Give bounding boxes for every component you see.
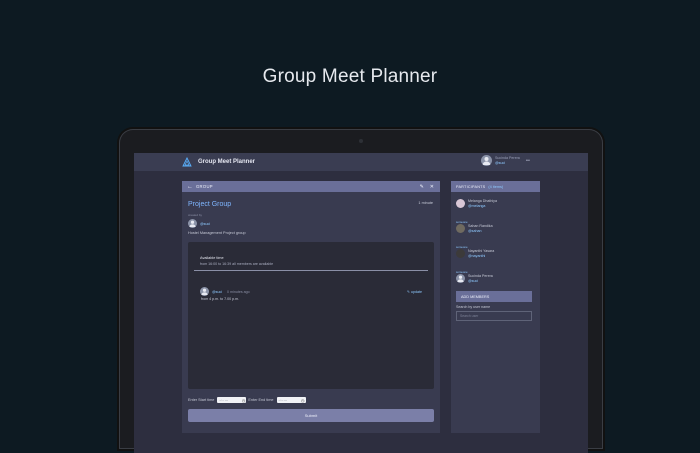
participant-name: Sahan Randika <box>468 224 493 228</box>
edit-icon[interactable]: ✎ <box>420 184 424 190</box>
availability-title: Available time <box>200 256 224 260</box>
availability-chat: Available time from 16:00 to 16:39 all m… <box>188 242 434 389</box>
participant-handle: @melanga <box>468 203 486 208</box>
list-item[interactable]: Melanga Dhathiya @melanga <box>456 195 536 220</box>
group-title: Project Group <box>188 201 232 208</box>
avatar <box>456 199 465 209</box>
participant-name: Nayanthi Yasara <box>468 249 495 253</box>
creator: @suci <box>188 219 210 228</box>
end-time-placeholder: --:-- --- <box>278 398 288 402</box>
participants-header: PARTICIPANTS (4 items) <box>451 181 540 192</box>
avatar <box>456 274 465 284</box>
submit-button[interactable]: Submit <box>188 409 434 422</box>
top-bar: Group Meet Planner Sucinda Perera @suci … <box>134 153 588 171</box>
hero-title: Group Meet Planner <box>262 66 438 87</box>
participants-panel: PARTICIPANTS (4 items) Melanga Dhathiya … <box>451 181 540 433</box>
message-handle: @suci <box>212 289 223 294</box>
avatar <box>481 155 492 166</box>
user-handle: @suci <box>495 160 506 165</box>
avatar <box>188 219 197 228</box>
update-link[interactable]: ✎ update <box>407 290 422 294</box>
group-description: Hostel Management Project group <box>188 231 246 235</box>
app-screen: Group Meet Planner Sucinda Perera @suci … <box>134 153 588 453</box>
time-entry-row: Enter Start time --:-- --- ◷ Enter End t… <box>188 397 306 403</box>
start-time-placeholder: --:-- --- <box>219 398 229 402</box>
message-time: 0 minutes ago <box>227 289 250 294</box>
list-item: @suci 0 minutes ago ✎ update from 4 p.m.… <box>200 287 422 301</box>
back-arrow-icon[interactable]: ← <box>187 184 193 190</box>
laptop-frame: Group Meet Planner Sucinda Perera @suci … <box>119 129 603 453</box>
search-input[interactable]: Search user <box>456 311 532 321</box>
participant-name: Sucinda Perera <box>468 274 493 278</box>
avatar <box>456 224 465 234</box>
clock-icon[interactable]: ◷ <box>242 398 246 403</box>
search-label: Search by user name <box>456 305 491 309</box>
participants-list: Melanga Dhathiya @melanga someone Sahan … <box>456 195 536 295</box>
logo-icon <box>182 157 192 167</box>
availability-card: Available time from 16:00 to 16:39 all m… <box>194 252 428 271</box>
avatar <box>200 287 209 296</box>
participants-count: (4 items) <box>488 184 504 189</box>
add-members-button[interactable]: ADD MEMBERS <box>456 291 532 302</box>
clock-icon[interactable]: ◷ <box>301 398 305 403</box>
group-header: ← GROUP ✎ ✕ <box>182 181 440 192</box>
participant-handle: @nayanthi <box>468 253 486 258</box>
close-icon[interactable]: ✕ <box>430 184 434 190</box>
end-time-label: Enter End time <box>248 398 274 402</box>
user-menu[interactable]: Sucinda Perera @suci ••• <box>481 155 530 166</box>
created-by-label: created by <box>188 213 203 217</box>
creator-handle: @suci <box>200 221 211 226</box>
start-time-input[interactable]: --:-- --- ◷ <box>217 397 247 403</box>
message-text: from 4 p.m. to 7.00 p.m. <box>201 297 240 301</box>
participants-title: PARTICIPANTS <box>456 184 486 189</box>
app-name: Group Meet Planner <box>198 159 256 165</box>
list-item[interactable]: someone Sahan Randika @sahan <box>456 220 536 245</box>
search-placeholder: Search user <box>460 314 479 318</box>
availability-text: from 16:00 to 16:39 all members are avai… <box>200 262 274 266</box>
participant-handle: @suci <box>468 278 479 283</box>
start-time-label: Enter Start time <box>188 398 215 402</box>
participant-handle: @sahan <box>468 228 482 233</box>
group-panel: ← GROUP ✎ ✕ Project Group 1 minute creat… <box>182 181 440 433</box>
meeting-duration: 1 minute <box>418 201 433 205</box>
camera-dot <box>359 139 363 143</box>
participant-name: Melanga Dhathiya <box>468 199 497 203</box>
list-item[interactable]: someone Nayanthi Yasara @nayanthi <box>456 245 536 270</box>
more-icon[interactable]: ••• <box>526 158 530 164</box>
end-time-input[interactable]: --:-- --- ◷ <box>276 397 306 403</box>
group-header-label: GROUP <box>196 184 213 189</box>
update-label: update <box>411 289 422 294</box>
user-name: Sucinda Perera <box>495 155 520 160</box>
avatar <box>456 249 465 259</box>
